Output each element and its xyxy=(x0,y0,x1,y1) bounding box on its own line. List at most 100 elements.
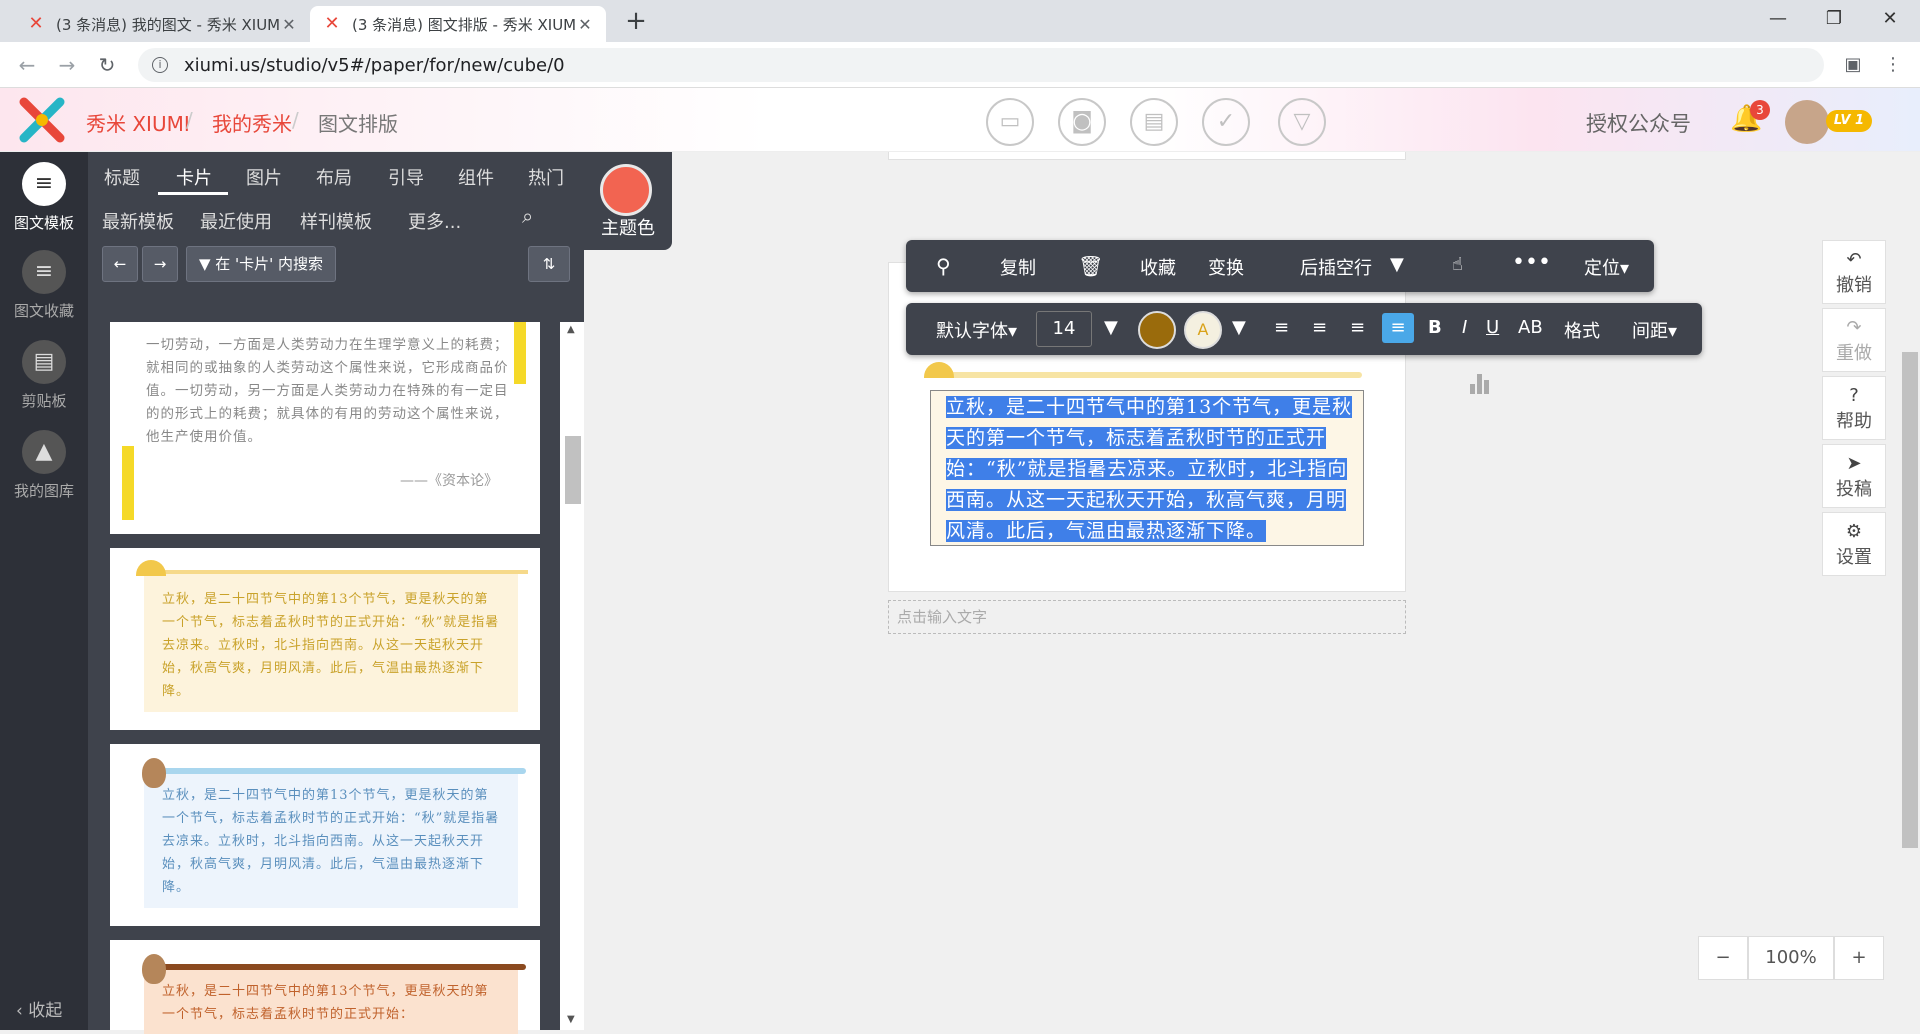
favorite-button[interactable]: 收藏 xyxy=(1140,254,1176,280)
tab-hot-category[interactable]: 热门 xyxy=(528,164,564,190)
bold-button[interactable]: B xyxy=(1428,317,1442,338)
more-icon[interactable]: ••• xyxy=(1512,250,1551,275)
url-field[interactable]: i xiumi.us/studio/v5#/paper/for/new/cube… xyxy=(138,48,1824,82)
font-color-swatch[interactable] xyxy=(1138,311,1176,349)
close-window-icon[interactable]: ✕ xyxy=(1862,0,1918,40)
align-justify-icon[interactable]: ≡ xyxy=(1382,313,1414,343)
brand-name[interactable]: 秀米 XIUMI xyxy=(86,108,190,137)
align-right-icon[interactable]: ≡ xyxy=(1350,317,1365,338)
bar-chart-icon[interactable] xyxy=(1470,372,1490,394)
transform-button[interactable]: 变换 xyxy=(1208,254,1244,280)
font-family-select[interactable]: 默认字体▾ xyxy=(936,317,1017,343)
menu-icon[interactable]: ⋮ xyxy=(1878,50,1908,80)
sub-sample[interactable]: 样刊模板 xyxy=(300,208,372,234)
minimize-icon[interactable]: — xyxy=(1750,0,1806,40)
open-folder-icon[interactable]: ▭ xyxy=(986,98,1034,146)
close-tab-icon[interactable]: ✕ xyxy=(576,15,594,34)
reload-icon[interactable]: ↻ xyxy=(92,50,122,80)
account-icon[interactable]: ▣ xyxy=(1838,50,1868,80)
notification-badge: 3 xyxy=(1750,100,1770,120)
authorize-link[interactable]: 授权公众号 xyxy=(1586,108,1691,138)
template-card-autumn-brown[interactable]: 立秋，是二十四节气中的第13个节气，更是秋天的第一个节气，标志着孟秋时节的正式开… xyxy=(110,940,540,1034)
back-icon[interactable]: ← xyxy=(12,50,42,80)
clipboard-icon: ▤ xyxy=(22,340,66,384)
zoom-level: 100% xyxy=(1748,936,1834,980)
tab-guide-category[interactable]: 引导 xyxy=(388,164,424,190)
sub-recent[interactable]: 最近使用 xyxy=(200,208,272,234)
sub-latest[interactable]: 最新模板 xyxy=(102,208,174,234)
template-card-autumn-yellow[interactable]: 立秋，是二十四节气中的第13个节气，更是秋天的第一个节气，标志着孟秋时节的正式开… xyxy=(110,548,540,730)
xiumi-favicon-icon: ✕ xyxy=(28,13,44,34)
pin-icon[interactable]: ⚲ xyxy=(936,254,951,278)
nav-gallery[interactable]: ▲ 我的图库 xyxy=(0,430,88,501)
next-arrow-icon[interactable]: → xyxy=(142,246,178,282)
tab-card-category[interactable]: 卡片 xyxy=(176,164,212,190)
align-center-icon[interactable]: ≡ xyxy=(1312,317,1327,338)
nav-clipboard[interactable]: ▤ 剪贴板 xyxy=(0,340,88,411)
tab-component-category[interactable]: 组件 xyxy=(458,164,494,190)
info-icon[interactable]: i xyxy=(152,57,168,73)
forward-icon[interactable]: → xyxy=(52,50,82,80)
sub-more[interactable]: 更多... xyxy=(408,208,461,234)
size-dropdown-icon[interactable]: ▼ xyxy=(1104,317,1118,338)
template-card-autumn-blue[interactable]: 立秋，是二十四节气中的第13个节气，更是秋天的第一个节气，标志着孟秋时节的正式开… xyxy=(110,744,540,926)
theme-color-swatch[interactable] xyxy=(600,164,652,216)
template-card-quote[interactable]: 一切劳动，一方面是人类劳动力在生理学意义上的耗费；就相同的或抽象的人类劳动这个属… xyxy=(110,322,540,534)
color-dropdown-icon[interactable]: ▼ xyxy=(1232,317,1246,338)
chevron-down-icon[interactable]: ▼ xyxy=(1390,254,1404,275)
page-scroll-thumb[interactable] xyxy=(1902,352,1918,848)
copy-button[interactable]: 复制 xyxy=(1000,254,1036,280)
insert-blank-line-button[interactable]: 后插空行 xyxy=(1300,254,1372,280)
tab-layout-category[interactable]: 布局 xyxy=(316,164,352,190)
gear-icon: ⚙ xyxy=(1845,521,1863,542)
collapse-button[interactable]: ‹ 收起 xyxy=(16,996,62,1021)
maximize-icon[interactable]: ❐ xyxy=(1806,0,1862,40)
search-icon[interactable]: ⌕ xyxy=(522,204,533,228)
italic-button[interactable]: I xyxy=(1462,317,1467,338)
scroll-up-icon[interactable]: ▲ xyxy=(567,324,575,335)
save-icon[interactable]: ◙ xyxy=(1058,98,1106,146)
hand-pointer-icon[interactable]: ☝ xyxy=(1452,254,1463,275)
xiumi-logo-icon[interactable] xyxy=(18,96,66,144)
redo-button[interactable]: ↷ 重做 xyxy=(1822,308,1886,372)
prev-arrow-icon[interactable]: ← xyxy=(102,246,138,282)
template-scrollbar[interactable] xyxy=(560,322,584,1030)
app-header: 秀米 XIUMI / 我的秀米 / 图文排版 ▭ ◙ ▤ ✓ ▽ 授权公众号 🔔… xyxy=(0,88,1920,152)
tab-title-category[interactable]: 标题 xyxy=(104,164,140,190)
scroll-down-icon[interactable]: ▼ xyxy=(567,1014,575,1025)
tab-image-category[interactable]: 图片 xyxy=(246,164,282,190)
check-icon[interactable]: ✓ xyxy=(1202,98,1250,146)
breadcrumb-my-xiumi[interactable]: 我的秀米 xyxy=(212,108,292,137)
nav-templates[interactable]: ≡ 图文模板 xyxy=(0,162,88,233)
download-icon[interactable]: ▽ xyxy=(1278,98,1326,146)
template-scroll-thumb[interactable] xyxy=(565,436,581,504)
font-size-input[interactable]: 14 xyxy=(1036,311,1092,347)
align-left-icon[interactable]: ≡ xyxy=(1274,317,1289,338)
position-button[interactable]: 定位▾ xyxy=(1584,254,1629,280)
spacing-button[interactable]: 间距▾ xyxy=(1632,317,1677,343)
editor-text[interactable]: 立秋，是二十四节气中的第13个节气，更是秋天的第一个节气，标志着孟秋时节的正式开… xyxy=(946,392,1356,547)
preview-icon[interactable]: ▤ xyxy=(1130,98,1178,146)
previous-block[interactable] xyxy=(888,152,1406,160)
settings-button[interactable]: ⚙ 设置 xyxy=(1822,512,1886,576)
delete-icon[interactable]: 🗑 xyxy=(1078,254,1103,278)
search-in-category-button[interactable]: ▼ 在 '卡片' 内搜索 xyxy=(186,246,336,282)
uppercase-button[interactable]: AB xyxy=(1518,317,1543,338)
background-color-icon[interactable]: A xyxy=(1184,311,1222,349)
help-button[interactable]: ? 帮助 xyxy=(1822,376,1886,440)
zoom-out-icon[interactable]: − xyxy=(1698,936,1748,980)
undo-button[interactable]: ↶ 撤销 xyxy=(1822,240,1886,304)
selected-text[interactable]: 立秋，是二十四节气中的第13个节气，更是秋天的第一个节气，标志着孟秋时节的正式开… xyxy=(946,396,1353,542)
nav-favorites[interactable]: ≡ 图文收藏 xyxy=(0,250,88,321)
text-input-placeholder[interactable]: 点击输入文字 xyxy=(888,600,1406,634)
browser-tab[interactable]: ✕ (3 条消息) 我的图文 - 秀米 XIUMI ✕ xyxy=(14,6,310,42)
close-tab-icon[interactable]: ✕ xyxy=(280,15,298,34)
format-button[interactable]: 格式 xyxy=(1564,317,1600,343)
zoom-in-icon[interactable]: + xyxy=(1834,936,1884,980)
submit-button[interactable]: ➤ 投稿 xyxy=(1822,444,1886,508)
underline-button[interactable]: U xyxy=(1486,317,1499,338)
avatar[interactable] xyxy=(1785,100,1829,144)
new-tab-button[interactable]: + xyxy=(620,6,652,38)
browser-tab-active[interactable]: ✕ (3 条消息) 图文排版 - 秀米 XIUMI ✕ xyxy=(310,6,606,42)
sort-icon[interactable]: ⇅ xyxy=(528,246,570,282)
